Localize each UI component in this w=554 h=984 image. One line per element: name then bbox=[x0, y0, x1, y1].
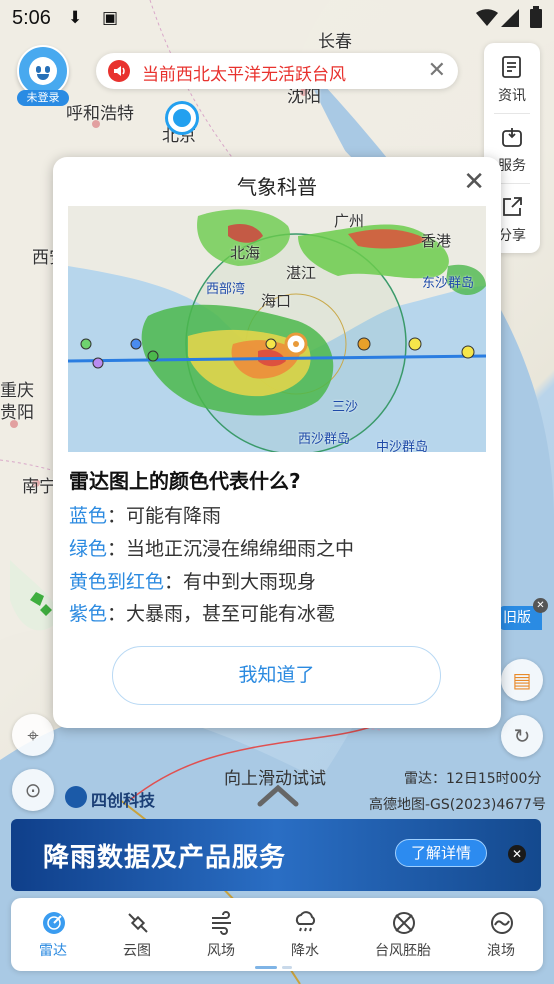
alert-text: 当前西北太平洋无活跃台风 bbox=[142, 65, 346, 85]
tab-label: 雷达 bbox=[39, 943, 67, 959]
tab-label: 云图 bbox=[123, 943, 151, 959]
wave-icon bbox=[491, 912, 513, 934]
color-key: 绿色 bbox=[69, 538, 108, 560]
radar-example-image: 北海 广州 香港 湛江 海口 东沙群岛 三沙 西沙群岛 中沙群岛 西部湾 bbox=[68, 206, 486, 452]
locate-button[interactable]: ⌖ bbox=[12, 714, 54, 756]
battery-icon bbox=[530, 6, 542, 28]
tab-label: 浪场 bbox=[487, 943, 515, 959]
radar-label: 海口 bbox=[261, 292, 292, 310]
color-legend-item: 绿色：当地正沉浸在绵绵细雨之中 bbox=[69, 534, 354, 561]
wind-icon bbox=[212, 911, 231, 935]
status-bar: 5:06 ⬇ ▣ bbox=[0, 0, 554, 38]
dialog-title: 气象科普 bbox=[237, 175, 317, 199]
tab-wind[interactable]: 风场 bbox=[179, 898, 263, 971]
notification-icon: ▣ bbox=[102, 8, 119, 28]
wifi-icon bbox=[476, 9, 498, 26]
map-copyright: 高德地图-GS(2023)4677号 bbox=[369, 797, 546, 813]
signal-icon bbox=[501, 9, 519, 27]
brand-logo-icon bbox=[65, 786, 87, 808]
bottom-tab-bar: 雷达 云图 风场 降水 台风胚胎 浪场 bbox=[11, 898, 543, 971]
tab-precipitation[interactable]: 降水 bbox=[263, 898, 347, 971]
version-close-icon[interactable]: ✕ bbox=[533, 598, 548, 613]
radar-icon bbox=[43, 912, 65, 934]
speaker-icon bbox=[108, 60, 130, 82]
tab-radar[interactable]: 雷达 bbox=[11, 898, 95, 971]
color-key: 紫色 bbox=[69, 603, 108, 625]
share-icon bbox=[503, 197, 522, 216]
color-legend-item: 紫色：大暴雨，甚至可能有冰雹 bbox=[69, 599, 335, 626]
color-desc: ：大暴雨，甚至可能有冰雹 bbox=[107, 603, 336, 625]
color-legend-item: 黄色到红色：有中到大雨现身 bbox=[69, 567, 316, 594]
banner-cta-button[interactable]: 了解详情 bbox=[395, 839, 487, 867]
login-badge[interactable]: 未登录 bbox=[17, 90, 69, 106]
map-label-hohhot: 呼和浩特 bbox=[66, 104, 134, 124]
color-key: 蓝色 bbox=[69, 505, 108, 527]
satellite-icon bbox=[128, 913, 148, 933]
radar-label: 广州 bbox=[334, 212, 365, 230]
page-indicator-active bbox=[255, 966, 277, 969]
side-item-news[interactable]: 资讯 bbox=[484, 43, 540, 109]
alert-close-icon[interactable]: ✕ bbox=[428, 58, 446, 83]
color-desc: ：有中到大雨现身 bbox=[164, 571, 317, 593]
tab-label: 降水 bbox=[291, 943, 319, 959]
radar-label: 北海 bbox=[230, 244, 261, 262]
radar-label: 西沙群岛 bbox=[298, 432, 351, 447]
status-time: 5:06 bbox=[12, 7, 51, 29]
mascot-icon bbox=[29, 57, 57, 85]
banner-title: 降雨数据及产品服务 bbox=[43, 843, 287, 873]
color-desc: ：可能有降雨 bbox=[107, 505, 222, 527]
typhoon-icon bbox=[393, 912, 415, 934]
location-pin-icon[interactable] bbox=[168, 104, 196, 132]
radar-label: 三沙 bbox=[332, 400, 359, 415]
tab-label: 台风胚胎 bbox=[375, 943, 431, 959]
radar-label: 湛江 bbox=[286, 264, 317, 282]
brand-name: 四创科技 bbox=[91, 791, 156, 810]
map-label-guiyang: 贵阳 bbox=[0, 403, 34, 423]
news-icon bbox=[502, 56, 521, 78]
radar-label: 东沙群岛 bbox=[422, 276, 475, 291]
rain-icon bbox=[295, 911, 316, 932]
tab-satellite[interactable]: 云图 bbox=[95, 898, 179, 971]
radar-color-question: 雷达图上的颜色代表什么? bbox=[69, 469, 301, 493]
promo-banner[interactable]: 降雨数据及产品服务 了解详情 ✕ bbox=[11, 819, 541, 891]
radar-label: 中沙群岛 bbox=[376, 440, 429, 452]
service-icon bbox=[502, 128, 522, 147]
radar-timestamp: 雷达：12日15时00分 bbox=[404, 771, 542, 787]
radar-label: 香港 bbox=[421, 232, 452, 250]
dialog-close-icon[interactable]: ✕ bbox=[463, 167, 485, 197]
refresh-button[interactable]: ↻ bbox=[501, 715, 543, 757]
layers-button[interactable]: ▤ bbox=[501, 659, 543, 701]
typhoon-alert-bar[interactable]: 当前西北太平洋无活跃台风 ✕ bbox=[96, 53, 458, 89]
tab-typhoon-embryo[interactable]: 台风胚胎 bbox=[361, 898, 445, 971]
weather-science-dialog: 气象科普 ✕ 北海 广州 香港 湛江 海口 东沙群岛 三沙 西沙群岛 中沙群岛 … bbox=[53, 157, 501, 728]
banner-close-icon[interactable]: ✕ bbox=[508, 845, 526, 863]
page-indicator bbox=[282, 966, 292, 969]
chevron-up-icon[interactable] bbox=[256, 780, 300, 808]
download-icon: ⬇ bbox=[68, 8, 83, 28]
tab-wave[interactable]: 浪场 bbox=[459, 898, 543, 971]
tab-label: 风场 bbox=[207, 943, 235, 959]
color-desc: ：当地正沉浸在绵绵细雨之中 bbox=[107, 538, 355, 560]
color-key: 黄色到红色 bbox=[69, 571, 165, 593]
gps-button[interactable]: ⊙ bbox=[12, 769, 54, 811]
color-legend-item: 蓝色：可能有降雨 bbox=[69, 501, 221, 528]
got-it-button[interactable]: 我知道了 bbox=[112, 646, 441, 705]
map-label-nanning: 南宁 bbox=[22, 477, 56, 497]
radar-label: 西部湾 bbox=[206, 282, 246, 297]
side-item-label: 资讯 bbox=[498, 88, 526, 104]
